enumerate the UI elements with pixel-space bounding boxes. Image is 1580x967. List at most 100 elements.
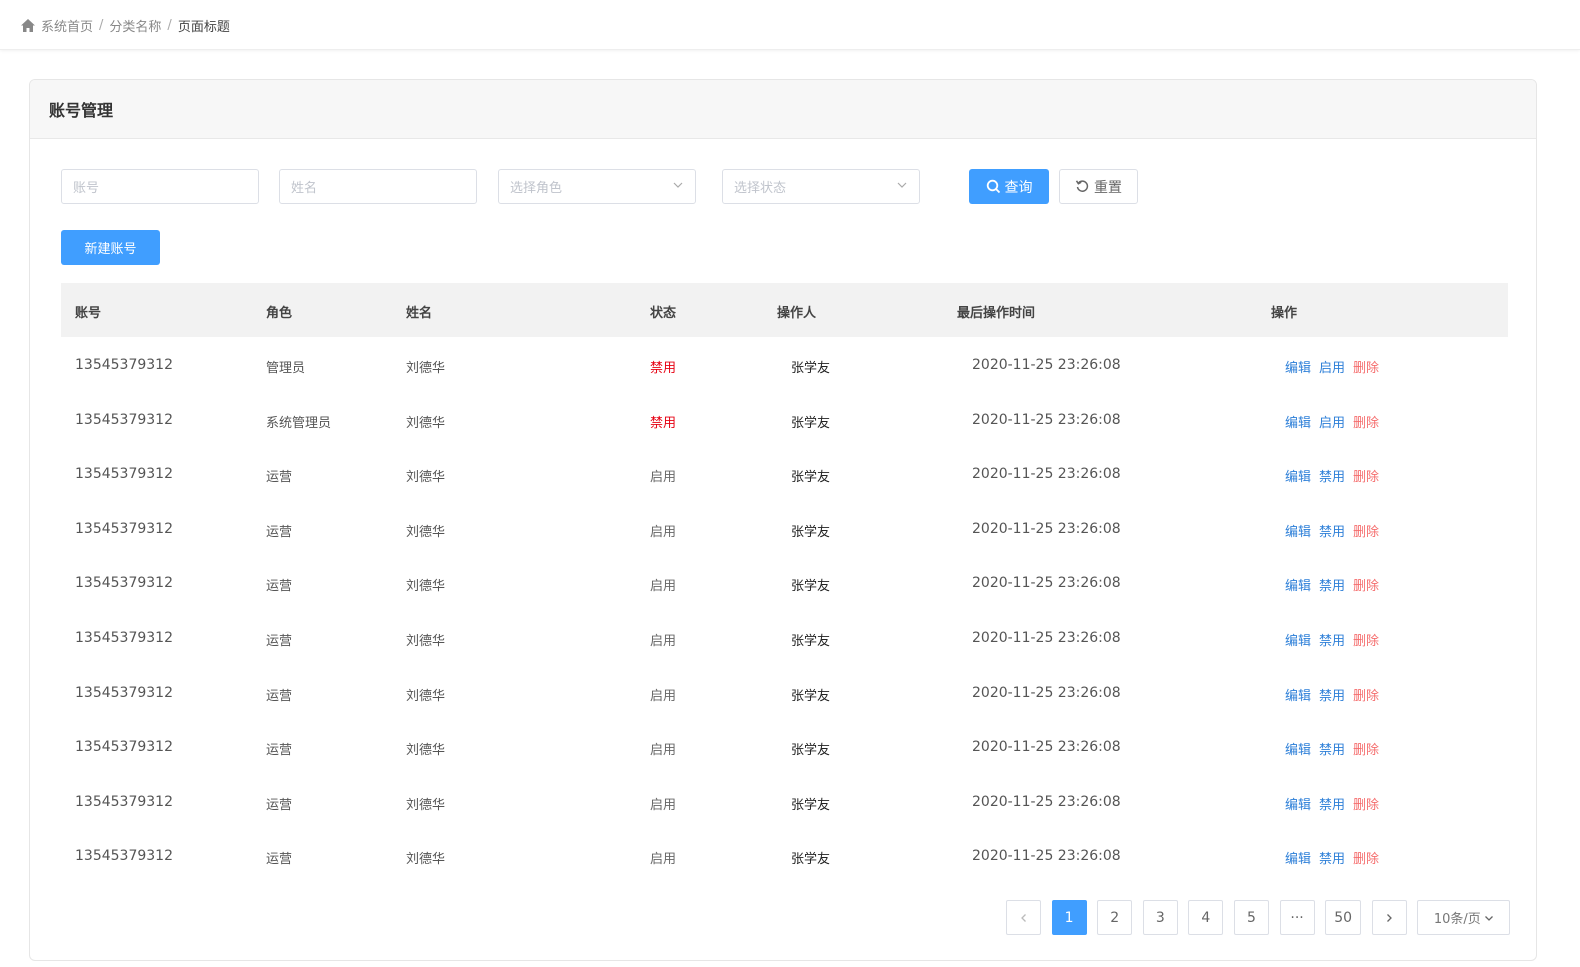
page-button-1[interactable]: 1 [1051, 900, 1087, 935]
cell-role: 运营 [266, 633, 293, 649]
cell-account: 13545379312 [75, 466, 173, 483]
cell-actions: 编辑 禁用 删除 [1285, 685, 1379, 704]
breadcrumb-category[interactable]: 分类名称 [109, 16, 161, 35]
toggle-status-link[interactable]: 禁用 [1319, 794, 1345, 813]
cell-name: 刘德华 [406, 797, 446, 813]
new-account-button[interactable]: 新建账号 [61, 230, 160, 265]
cell-role: 运营 [266, 688, 293, 704]
role-select[interactable]: 选择角色 [498, 169, 696, 204]
delete-link[interactable]: 删除 [1353, 739, 1379, 758]
delete-link[interactable]: 删除 [1353, 685, 1379, 704]
page-ellipsis-button[interactable]: ··· [1279, 900, 1315, 935]
home-icon[interactable] [20, 18, 36, 33]
toggle-status-link[interactable]: 禁用 [1319, 630, 1345, 649]
status-select-placeholder: 选择状态 [734, 181, 787, 196]
cell-operator: 张学友 [791, 524, 831, 540]
next-page-button[interactable] [1371, 900, 1407, 935]
chevron-down-icon [897, 182, 907, 188]
card-header: 账号管理 [30, 80, 1536, 139]
toggle-status-link[interactable]: 启用 [1319, 412, 1345, 431]
cell-role: 运营 [266, 743, 293, 759]
page-button-4[interactable]: 4 [1188, 900, 1224, 935]
account-management-card: 账号管理 账号 姓名 选择角色 选择状态 查询 重置 新建账号 账号 角色 姓名… [29, 79, 1537, 961]
column-header-last-operation-time: 最后操作时间 [957, 306, 1036, 321]
chevron-right-icon [1387, 913, 1393, 922]
cell-name: 刘德华 [406, 633, 446, 649]
page-button-last[interactable]: 50 [1325, 900, 1362, 935]
toggle-status-link[interactable]: 启用 [1319, 357, 1345, 376]
table-body: 13545379312 管理员 刘德华 禁用 张学友 2020-11-25 23:26:0… [61, 337, 1508, 883]
edit-link[interactable]: 编辑 [1285, 412, 1311, 431]
delete-link[interactable]: 删除 [1353, 794, 1379, 813]
cell-operator: 张学友 [791, 688, 831, 704]
cell-last-operation-time: 2020-11-25 23:26:08 [972, 466, 1121, 483]
breadcrumb-home[interactable]: 系统首页 [41, 16, 93, 35]
new-account-button-label: 新建账号 [84, 242, 137, 257]
page-button-2[interactable]: 2 [1097, 900, 1133, 935]
column-header-actions: 操作 [1271, 306, 1298, 321]
accounts-table: 账号 角色 姓名 状态 操作人 最后操作时间 操作 13545379312 管理员… [61, 283, 1508, 883]
toggle-status-link[interactable]: 禁用 [1319, 575, 1345, 594]
cell-operator: 张学友 [791, 743, 831, 759]
cell-account: 13545379312 [75, 848, 173, 865]
toggle-status-link[interactable]: 禁用 [1319, 739, 1345, 758]
cell-status: 启用 [650, 579, 677, 595]
search-button[interactable]: 查询 [969, 169, 1049, 204]
delete-link[interactable]: 删除 [1353, 466, 1379, 485]
cell-status: 启用 [650, 797, 677, 813]
cell-last-operation-time: 2020-11-25 23:26:08 [972, 684, 1121, 701]
cell-operator: 张学友 [791, 852, 831, 868]
cell-operator: 张学友 [791, 579, 831, 595]
page-button-5[interactable]: 5 [1233, 900, 1269, 935]
status-select[interactable]: 选择状态 [722, 169, 920, 204]
edit-link[interactable]: 编辑 [1285, 685, 1311, 704]
cell-status: 禁用 [650, 361, 677, 376]
column-header-account: 账号 [75, 306, 102, 321]
toggle-status-link[interactable]: 禁用 [1319, 848, 1345, 867]
search-icon [986, 179, 1000, 194]
toggle-status-link[interactable]: 禁用 [1319, 685, 1345, 704]
edit-link[interactable]: 编辑 [1285, 575, 1311, 594]
cell-name: 刘德华 [406, 524, 446, 540]
refresh-icon [1075, 180, 1089, 192]
name-input[interactable]: 姓名 [279, 169, 477, 204]
edit-link[interactable]: 编辑 [1285, 521, 1311, 540]
delete-link[interactable]: 删除 [1353, 521, 1379, 540]
table-row: 13545379312 系统管理员 刘德华 禁用 张学友 2020-11-25 23:26… [61, 392, 1508, 447]
column-header-name: 姓名 [406, 306, 433, 321]
cell-account: 13545379312 [75, 739, 173, 756]
account-input-placeholder: 账号 [73, 181, 100, 196]
delete-link[interactable]: 删除 [1353, 357, 1379, 376]
reset-button[interactable]: 重置 [1059, 169, 1138, 204]
cell-actions: 编辑 禁用 删除 [1285, 575, 1379, 594]
edit-link[interactable]: 编辑 [1285, 794, 1311, 813]
cell-last-operation-time: 2020-11-25 23:26:08 [972, 411, 1121, 428]
table-row: 13545379312 管理员 刘德华 禁用 张学友 2020-11-25 23:26:0… [61, 337, 1508, 392]
table-row: 13545379312 运营 刘德华 启用 张学友 2020-11-25 23:26:08… [61, 555, 1508, 610]
account-input[interactable]: 账号 [61, 169, 259, 204]
delete-link[interactable]: 删除 [1353, 412, 1379, 431]
toggle-status-link[interactable]: 禁用 [1319, 466, 1345, 485]
chevron-down-icon [1484, 915, 1493, 921]
edit-link[interactable]: 编辑 [1285, 848, 1311, 867]
cell-status: 启用 [650, 743, 677, 759]
toggle-status-link[interactable]: 禁用 [1319, 521, 1345, 540]
edit-link[interactable]: 编辑 [1285, 357, 1311, 376]
cell-role: 运营 [266, 797, 293, 813]
cell-actions: 编辑 禁用 删除 [1285, 739, 1379, 758]
page-button-3[interactable]: 3 [1142, 900, 1178, 935]
reset-button-label: 重置 [1094, 179, 1122, 196]
edit-link[interactable]: 编辑 [1285, 739, 1311, 758]
cell-role: 运营 [266, 579, 293, 595]
table-row: 13545379312 运营 刘德华 启用 张学友 2020-11-25 23:26:08… [61, 828, 1508, 883]
cell-last-operation-time: 2020-11-25 23:26:08 [972, 848, 1121, 865]
prev-page-button[interactable] [1006, 900, 1041, 935]
delete-link[interactable]: 删除 [1353, 848, 1379, 867]
table-row: 13545379312 运营 刘德华 启用 张学友 2020-11-25 23:26:08… [61, 501, 1508, 556]
page-size-select[interactable]: 10条/页 [1417, 900, 1511, 935]
delete-link[interactable]: 删除 [1353, 630, 1379, 649]
edit-link[interactable]: 编辑 [1285, 466, 1311, 485]
edit-link[interactable]: 编辑 [1285, 630, 1311, 649]
cell-account: 13545379312 [75, 629, 173, 646]
delete-link[interactable]: 删除 [1353, 575, 1379, 594]
